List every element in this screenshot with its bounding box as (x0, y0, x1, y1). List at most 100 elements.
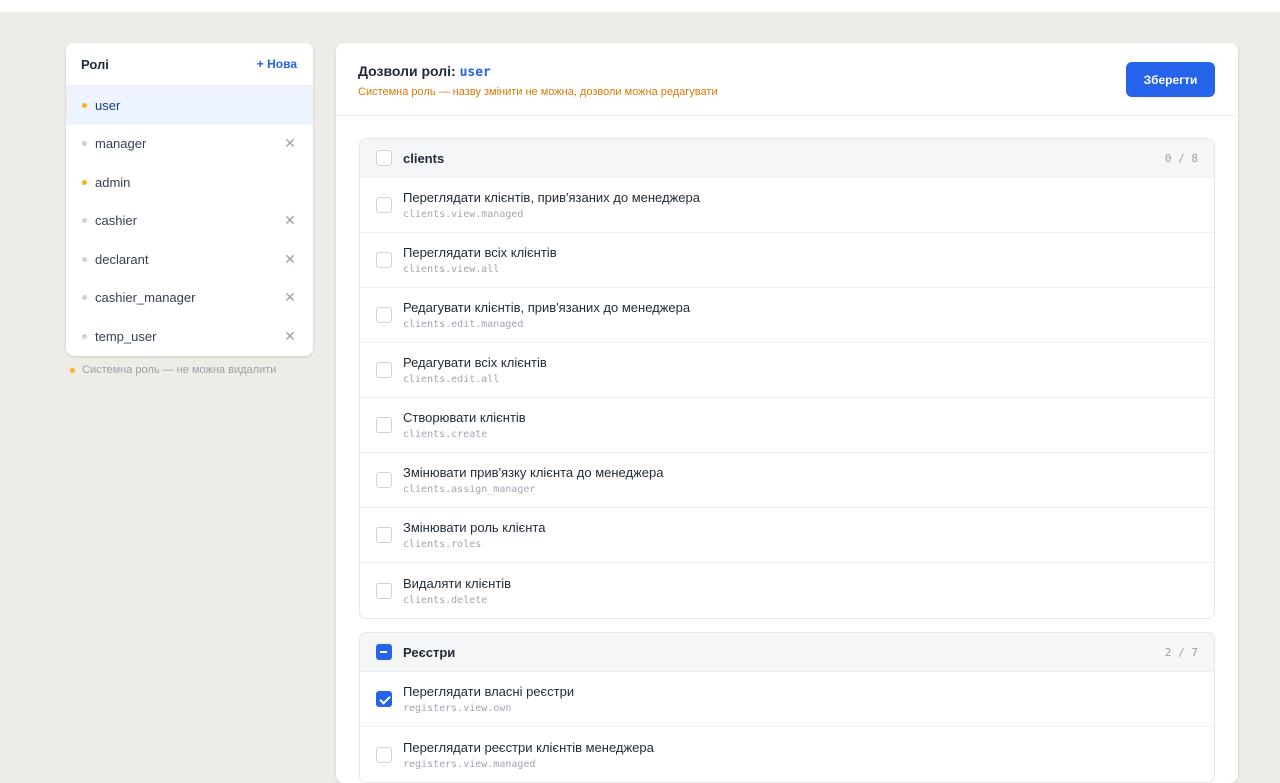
legend-text: Системна роль — не можна видалити (82, 364, 277, 376)
role-item-cashier[interactable]: cashier ✕ (66, 202, 313, 241)
roles-sidebar: Ролі + Нова user manager ✕ admin cashier ✕ dec… (66, 43, 313, 356)
permission-text: Редагувати клієнтів, прив'язаних до мене… (403, 300, 690, 330)
permission-text: Змінювати прив'язку клієнта до менеджера… (403, 465, 663, 495)
top-bar (0, 0, 1280, 12)
permission-code: clients.delete (403, 594, 488, 606)
permission-label: Переглядати всіх клієнтів (403, 245, 557, 260)
role-dot-icon (82, 141, 87, 147)
permission-text: Переглядати власні реєстри registers.view… (403, 684, 574, 714)
page-title: Дозволи ролі: user (358, 63, 1216, 80)
permission-code: clients.edit.all (403, 374, 500, 385)
role-dot-icon (82, 256, 87, 262)
role-name: manager (95, 136, 147, 152)
permission-row[interactable]: Редагувати всіх клієнтів clients.edit.all (360, 343, 1214, 398)
system-dot-icon (70, 367, 75, 373)
permission-code: clients.assign_manager (403, 484, 536, 495)
group-header[interactable]: Реєстри 2 / 7 (360, 633, 1214, 672)
permission-group: clients 0 / 8 Переглядати клієнтів, прив'я… (359, 138, 1215, 619)
permission-checkbox[interactable] (376, 197, 392, 213)
role-item-manager[interactable]: manager ✕ (66, 125, 313, 164)
title-prefix: Дозволи ролі: (358, 63, 456, 79)
permission-code: clients.view.all (403, 264, 500, 275)
close-icon[interactable]: ✕ (283, 328, 297, 345)
role-name: cashier (95, 213, 137, 229)
permission-checkbox[interactable] (376, 307, 392, 323)
sidebar-header: Ролі + Нова (66, 43, 313, 86)
permission-group: Реєстри 2 / 7 Переглядати власні реєстри re… (359, 632, 1215, 783)
role-dot-icon (82, 218, 87, 224)
permission-code: registers.view.own (403, 703, 512, 714)
permission-checkbox[interactable] (376, 691, 392, 707)
save-button[interactable]: Зберегти (1126, 62, 1215, 97)
permission-code: clients.edit.managed (403, 319, 524, 330)
permission-checkbox[interactable] (376, 582, 392, 599)
permission-label: Змінювати роль клієнта (403, 520, 546, 535)
group-checkbox[interactable] (376, 644, 392, 660)
permission-text: Переглядати клієнтів, прив'язаних до мен… (403, 190, 700, 220)
permission-label: Редагувати всіх клієнтів (403, 355, 547, 370)
role-dot-icon (82, 333, 87, 339)
permissions-panel: Дозволи ролі: user Системна роль — назву… (336, 43, 1238, 783)
permission-row[interactable]: Створювати клієнтів clients.create (360, 398, 1214, 453)
permission-row[interactable]: Видаляти клієнтів clients.delete (360, 563, 1214, 618)
new-role-button[interactable]: + Нова (257, 57, 297, 71)
page-subtitle: Системна роль — назву змінити не можна, … (358, 86, 718, 98)
permission-label: Переглядати власні реєстри (403, 684, 575, 699)
close-icon[interactable]: ✕ (283, 212, 297, 229)
permission-code: clients.view.managed (403, 209, 524, 220)
permission-row[interactable]: Змінювати роль клієнта clients.roles (360, 508, 1214, 563)
permission-checkbox[interactable] (376, 417, 392, 433)
role-list: user manager ✕ admin cashier ✕ declarant ✕ cashi… (66, 86, 313, 356)
permission-row[interactable]: Переглядати власні реєстри registers.view… (360, 672, 1214, 727)
group-checkbox[interactable] (376, 150, 392, 166)
permission-text: Переглядати всіх клієнтів clients.view.al… (403, 245, 557, 275)
permission-text: Переглядати реєстри клієнтів менеджера re… (403, 740, 654, 770)
permission-text: Редагувати всіх клієнтів clients.edit.all (403, 355, 547, 385)
permission-code: clients.roles (403, 539, 482, 550)
role-item-admin[interactable]: admin (66, 163, 313, 202)
permission-label: Створювати клієнтів (403, 410, 526, 425)
permission-checkbox[interactable] (376, 472, 392, 488)
role-item-cashier-manager[interactable]: cashier_manager ✕ (66, 279, 313, 318)
permission-row[interactable]: Змінювати прив'язку клієнта до менеджера… (360, 453, 1214, 508)
permission-label: Змінювати прив'язку клієнта до менеджера (403, 465, 664, 480)
permission-label: Видаляти клієнтів (403, 575, 512, 591)
role-item-temp-user[interactable]: temp_user ✕ (66, 317, 313, 356)
role-code: user (459, 65, 491, 80)
permission-code: registers.view.managed (403, 758, 536, 770)
role-name: user (95, 97, 121, 113)
role-item-declarant[interactable]: declarant ✕ (66, 240, 313, 279)
permission-text: Змінювати роль клієнта clients.roles (403, 520, 545, 550)
permission-label: Переглядати клієнтів, прив'язаних до мен… (403, 190, 700, 205)
group-count: 0 / 8 (1164, 151, 1198, 165)
close-icon[interactable]: ✕ (283, 251, 297, 268)
group-count: 2 / 7 (1164, 645, 1198, 659)
permission-checkbox[interactable] (376, 252, 392, 268)
role-name: declarant (95, 251, 149, 267)
sidebar-title: Ролі (81, 56, 109, 72)
permission-label: Переглядати реєстри клієнтів менеджера (403, 739, 654, 755)
permission-row[interactable]: Переглядати реєстри клієнтів менеджера re… (360, 727, 1214, 782)
group-name: Реєстри (403, 644, 456, 660)
permission-row[interactable]: Переглядати всіх клієнтів clients.view.al… (360, 233, 1214, 288)
permissions-header: Дозволи ролі: user Системна роль — назву… (336, 43, 1238, 116)
group-header[interactable]: clients 0 / 8 (360, 139, 1214, 178)
role-name: cashier_manager (95, 290, 196, 306)
permission-code: clients.create (403, 429, 488, 440)
permission-row[interactable]: Переглядати клієнтів, прив'язаних до мен… (360, 178, 1214, 233)
permission-text: Видаляти клієнтів clients.delete (403, 576, 511, 606)
role-dot-icon (82, 295, 87, 301)
role-name: admin (95, 174, 131, 190)
system-dot-icon (82, 102, 87, 108)
permission-checkbox[interactable] (376, 527, 392, 543)
system-dot-icon (82, 179, 87, 185)
close-icon[interactable]: ✕ (283, 135, 297, 152)
permission-checkbox[interactable] (376, 746, 392, 763)
permission-text: Створювати клієнтів clients.create (403, 410, 526, 440)
permission-checkbox[interactable] (376, 362, 392, 378)
close-icon[interactable]: ✕ (283, 289, 297, 306)
permission-row[interactable]: Редагувати клієнтів, прив'язаних до мене… (360, 288, 1214, 343)
role-item-user[interactable]: user (66, 86, 313, 125)
system-role-legend: Системна роль — не можна видалити (70, 364, 276, 376)
permission-label: Редагувати клієнтів, прив'язаних до мене… (403, 300, 691, 315)
